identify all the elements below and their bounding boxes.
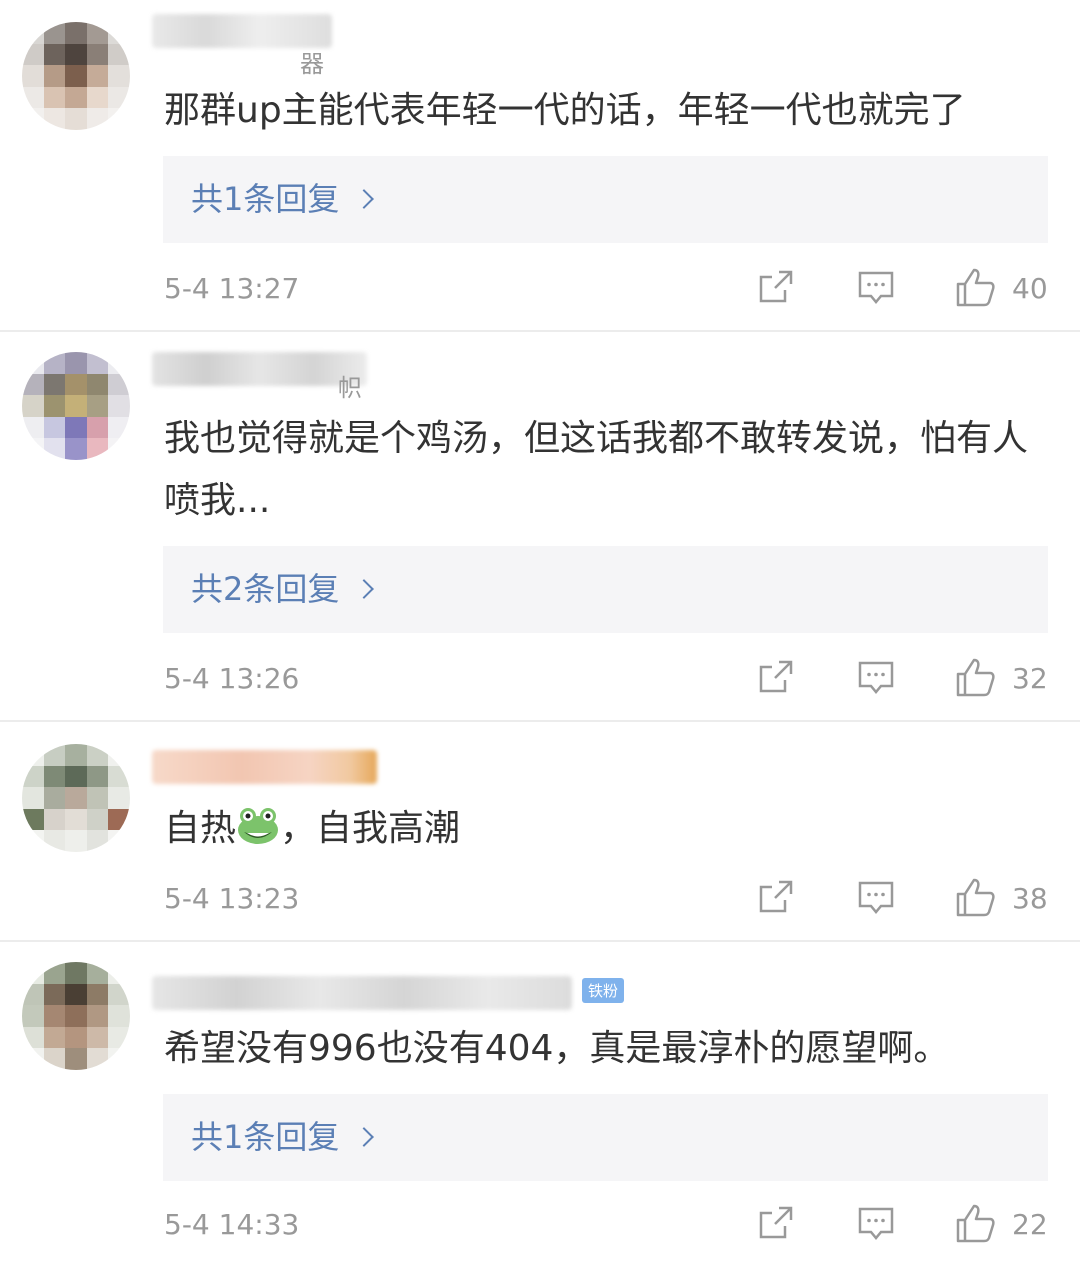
- reply-summary-row: 共1条回复: [191, 156, 375, 243]
- comment-icon[interactable]: [857, 658, 895, 696]
- username-suffix: 器: [300, 50, 324, 78]
- reply-summary-button[interactable]: 共1条回复: [163, 1094, 1048, 1181]
- comment-time: 5-4 13:26: [164, 662, 300, 695]
- like-count: 40: [1012, 272, 1048, 305]
- comment-icon[interactable]: [857, 268, 895, 306]
- comment-icon[interactable]: [857, 1204, 895, 1242]
- avatar[interactable]: [22, 352, 130, 460]
- comment-text-part: ，自我高潮: [280, 808, 461, 849]
- like-count: 32: [1012, 662, 1048, 695]
- comment-item: 铁粉 希望没有996也没有404，真是最淳朴的愿望啊。 共1条回复 5-4 14…: [0, 942, 1080, 1278]
- comment-text: 自热 ，自我高潮: [164, 798, 1040, 860]
- reply-summary-label: 共1条回复: [191, 180, 340, 218]
- reply-summary-button[interactable]: 共1条回复: [163, 156, 1048, 243]
- avatar[interactable]: [22, 962, 130, 1070]
- thumbs-up-icon[interactable]: [954, 876, 996, 918]
- reply-summary-label: 共1条回复: [191, 1118, 340, 1156]
- share-icon[interactable]: [757, 1204, 795, 1242]
- chevron-right-icon: [354, 1127, 375, 1147]
- chevron-right-icon: [354, 579, 375, 599]
- comment-time: 5-4 13:23: [164, 882, 300, 915]
- thumbs-up-icon[interactable]: [954, 266, 996, 308]
- thumbs-up-icon[interactable]: [954, 1202, 996, 1244]
- share-icon[interactable]: [757, 878, 795, 916]
- avatar[interactable]: [22, 22, 130, 130]
- comment-icon[interactable]: [857, 878, 895, 916]
- reply-summary-label: 共2条回复: [191, 570, 340, 608]
- comment-item: 自热 ，自我高潮 5-4 13:23 38: [0, 722, 1080, 940]
- thumbs-up-icon[interactable]: [954, 656, 996, 698]
- share-icon[interactable]: [757, 658, 795, 696]
- username-blurred[interactable]: [152, 750, 377, 784]
- comment-time: 5-4 13:27: [164, 272, 300, 305]
- comment-text: 那群up主能代表年轻一代的话，年轻一代也就完了: [164, 90, 966, 131]
- comment-text: 希望没有996也没有404，真是最淳朴的愿望啊。: [164, 1028, 950, 1069]
- username-blurred[interactable]: [152, 14, 332, 48]
- reply-summary-row: 共1条回复: [191, 1094, 375, 1181]
- comment-item: 帜 我也觉得就是个鸡汤，但这话我都不敢转发说，怕有人喷我... 共2条回复 5-…: [0, 332, 1080, 722]
- chevron-right-icon: [354, 189, 375, 209]
- comment-text: 我也觉得就是个鸡汤，但这话我都不敢转发说，怕有人喷我...: [164, 418, 1029, 521]
- avatar[interactable]: [22, 744, 130, 852]
- reply-summary-button[interactable]: 共2条回复: [163, 546, 1048, 633]
- frog-emoji: [238, 808, 279, 844]
- comment-time: 5-4 14:33: [164, 1208, 300, 1241]
- like-count: 38: [1012, 882, 1048, 915]
- username-blurred[interactable]: [152, 352, 367, 386]
- fan-badge: 铁粉: [582, 978, 625, 1003]
- share-icon[interactable]: [757, 268, 795, 306]
- like-count: 22: [1012, 1208, 1048, 1241]
- comment-text-part: 自热: [164, 808, 237, 849]
- reply-summary-row: 共2条回复: [191, 546, 375, 633]
- comment-item: 器 那群up主能代表年轻一代的话，年轻一代也就完了 共1条回复 5-4 13:2…: [0, 0, 1080, 330]
- username-suffix: 帜: [338, 374, 362, 402]
- username-blurred[interactable]: [152, 976, 572, 1010]
